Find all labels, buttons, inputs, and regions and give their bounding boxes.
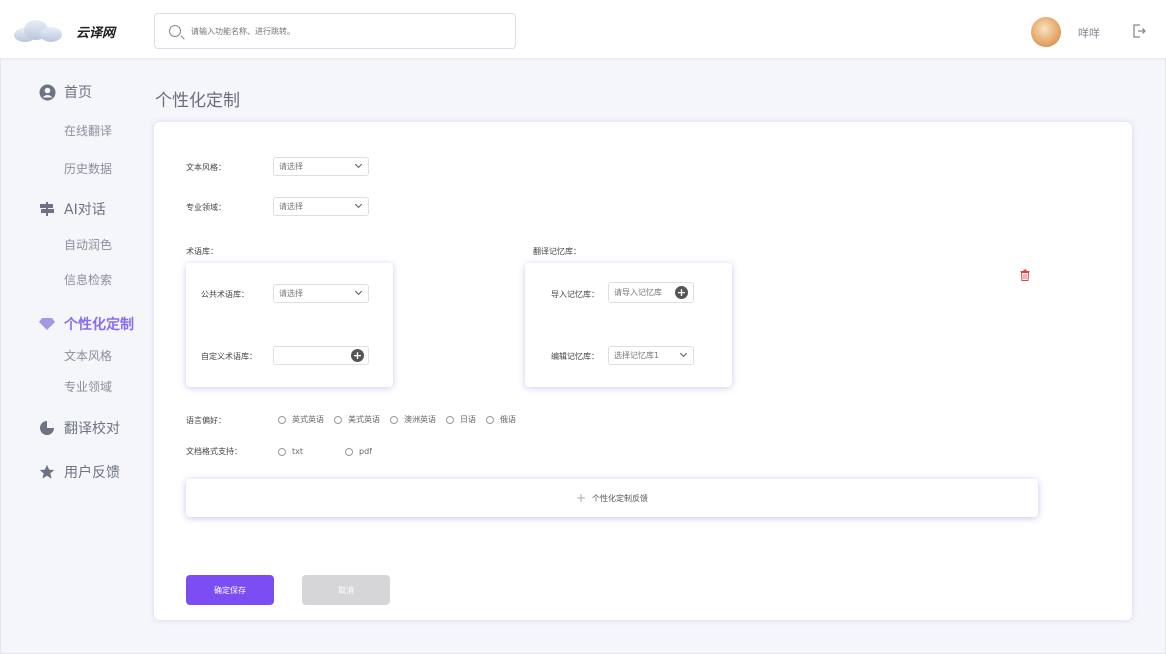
edit-memory-select[interactable]: 选择记忆库1: [608, 346, 694, 365]
radio-label: 美式英语: [348, 415, 380, 424]
plus-icon: +: [575, 491, 587, 505]
star-icon: [38, 463, 56, 481]
radio-label: 澳洲英语: [404, 415, 436, 424]
add-icon[interactable]: +: [675, 286, 688, 299]
radio-russian[interactable]: 俄语: [486, 414, 516, 425]
save-button[interactable]: 确定保存: [186, 575, 274, 605]
radio-british-english[interactable]: 英式英语: [278, 414, 324, 425]
sidebar-item-ai-chat[interactable]: AI对话: [38, 199, 106, 219]
radio-circle: [486, 415, 494, 424]
doc-format-group: txt pdf: [278, 447, 382, 456]
delete-icon[interactable]: [1020, 269, 1030, 281]
radio-circle: [446, 415, 454, 424]
sidebar-item-label: 翻译校对: [64, 421, 120, 437]
search-input[interactable]: [191, 26, 491, 36]
chevron-down-icon: [354, 287, 363, 296]
language-pref-group: 英式英语 美式英语 澳洲英语 日语 俄语: [278, 414, 526, 425]
radio-label: 英式英语: [292, 415, 324, 424]
sidebar-item-label: 首页: [64, 85, 92, 101]
sidebar-item-info-search[interactable]: 信息检索: [64, 271, 112, 288]
add-feedback-label: 个性化定制反馈: [592, 493, 649, 503]
radio-american-english[interactable]: 美式英语: [334, 414, 380, 425]
text-style-value: 请选择: [279, 162, 303, 171]
cancel-button[interactable]: 取消: [302, 575, 390, 605]
sidebar-item-customization[interactable]: 个性化定制: [38, 314, 134, 334]
text-style-label: 文本风格：: [186, 163, 226, 172]
chevron-down-icon: [679, 349, 688, 358]
radio-label: 日语: [460, 415, 476, 424]
memory-box: 导入记忆库： 请导入记忆库 + 编辑记忆库： 选择记忆库1: [525, 263, 732, 387]
brand-name: 云译网: [76, 25, 116, 41]
sidebar: 首页 在线翻译 历史数据 AI对话 自动润色 信息检索 个性化定制 文本风格 专…: [0, 58, 140, 654]
add-feedback-button[interactable]: + 个性化定制反馈: [186, 479, 1038, 517]
user-circle-icon: [38, 83, 56, 101]
radio-australian-english[interactable]: 澳洲英语: [390, 414, 436, 425]
customization-card: 文本风格： 请选择 专业领域： 请选择 术语库： 公共术语库： 请选择 自定义术…: [154, 122, 1132, 620]
custom-terminology-label: 自定义术语库：: [201, 352, 257, 361]
doc-format-label: 文档格式支持：: [186, 447, 242, 456]
pie-chart-icon: [38, 419, 56, 437]
logout-icon[interactable]: [1132, 24, 1146, 38]
terminology-box: 公共术语库： 请选择 自定义术语库： +: [186, 263, 393, 387]
radio-circle: [390, 415, 398, 424]
radio-label: pdf: [359, 447, 372, 456]
radio-circle: [345, 447, 354, 456]
radio-circle: [278, 447, 286, 456]
radio-japanese[interactable]: 日语: [446, 414, 476, 425]
domain-label: 专业领域：: [186, 203, 226, 212]
edit-memory-label: 编辑记忆库：: [551, 352, 599, 361]
public-terminology-label: 公共术语库：: [201, 290, 249, 299]
language-pref-label: 语言偏好：: [186, 416, 226, 425]
signpost-icon: [38, 200, 56, 218]
sidebar-item-label: 个性化定制: [64, 317, 134, 333]
sidebar-item-auto-polish[interactable]: 自动润色: [64, 236, 112, 253]
chevron-down-icon: [354, 200, 363, 209]
domain-value: 请选择: [279, 202, 303, 211]
sidebar-item-proofread[interactable]: 翻译校对: [38, 418, 120, 438]
domain-select[interactable]: 请选择: [273, 197, 369, 216]
radio-label: txt: [292, 447, 304, 456]
search-icon: [169, 25, 181, 37]
sidebar-item-label: 用户反馈: [64, 465, 120, 481]
chevron-down-icon: [354, 160, 363, 169]
radio-circle: [334, 415, 342, 424]
public-terminology-value: 请选择: [279, 289, 303, 298]
radio-label: 俄语: [500, 415, 516, 424]
edit-memory-value: 选择记忆库1: [614, 351, 660, 360]
radio-pdf[interactable]: pdf: [345, 447, 372, 456]
import-memory-value: 请导入记忆库: [614, 288, 662, 297]
sidebar-item-label: AI对话: [64, 202, 106, 218]
memory-label: 翻译记忆库：: [533, 247, 581, 256]
terminology-label: 术语库：: [186, 247, 218, 256]
radio-circle: [278, 415, 286, 424]
sidebar-item-history[interactable]: 历史数据: [64, 160, 112, 177]
avatar[interactable]: [1031, 17, 1061, 47]
sidebar-item-home[interactable]: 首页: [38, 82, 92, 102]
username[interactable]: 咩咩: [1078, 25, 1100, 41]
text-style-select[interactable]: 请选择: [273, 157, 369, 176]
custom-terminology-input[interactable]: +: [273, 346, 369, 365]
add-icon[interactable]: +: [351, 349, 364, 362]
top-header: 云译网 咩咩: [0, 0, 1166, 58]
search-box[interactable]: [154, 13, 516, 49]
radio-txt[interactable]: txt: [278, 447, 303, 456]
diamond-icon: [38, 315, 56, 333]
import-memory-button[interactable]: 请导入记忆库 +: [608, 282, 694, 303]
sidebar-item-feedback[interactable]: 用户反馈: [38, 462, 120, 482]
public-terminology-select[interactable]: 请选择: [273, 284, 369, 303]
cloud-logo-icon: [14, 18, 62, 44]
page-title: 个性化定制: [155, 91, 240, 111]
sidebar-item-text-style[interactable]: 文本风格: [64, 347, 112, 364]
sidebar-item-online-translate[interactable]: 在线翻译: [64, 122, 112, 139]
import-memory-label: 导入记忆库：: [551, 290, 599, 299]
sidebar-item-domain[interactable]: 专业领域: [64, 378, 112, 395]
logo[interactable]: 云译网: [14, 18, 115, 44]
